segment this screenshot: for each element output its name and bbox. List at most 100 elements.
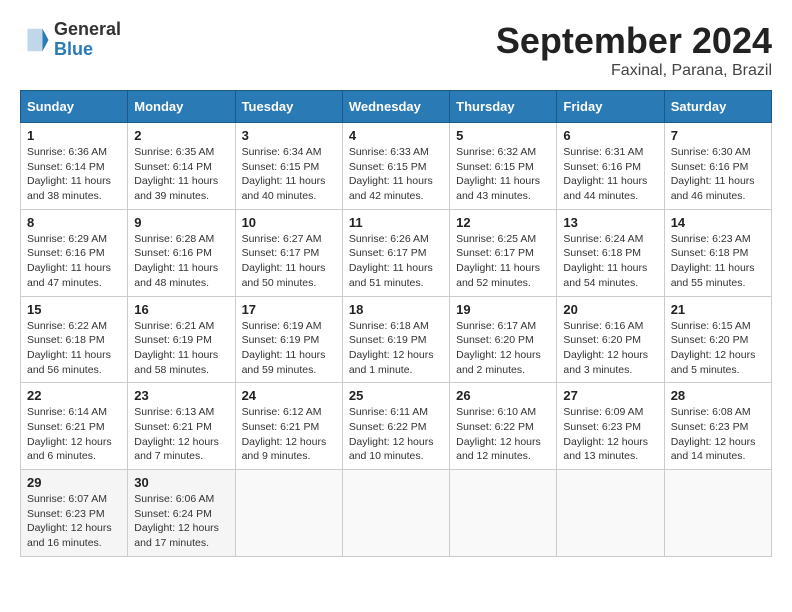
day-number: 3: [242, 128, 336, 143]
day-info: Sunrise: 6:34 AM Sunset: 6:15 PM Dayligh…: [242, 145, 336, 204]
day-info: Sunrise: 6:19 AM Sunset: 6:19 PM Dayligh…: [242, 319, 336, 378]
day-info: Sunrise: 6:21 AM Sunset: 6:19 PM Dayligh…: [134, 319, 228, 378]
day-number: 24: [242, 388, 336, 403]
day-number: 26: [456, 388, 550, 403]
day-info: Sunrise: 6:09 AM Sunset: 6:23 PM Dayligh…: [563, 405, 657, 464]
day-info: Sunrise: 6:07 AM Sunset: 6:23 PM Dayligh…: [27, 492, 121, 551]
day-number: 25: [349, 388, 443, 403]
day-number: 13: [563, 215, 657, 230]
calendar-body: 1Sunrise: 6:36 AM Sunset: 6:14 PM Daylig…: [21, 123, 772, 557]
day-info: Sunrise: 6:30 AM Sunset: 6:16 PM Dayligh…: [671, 145, 765, 204]
day-info: Sunrise: 6:15 AM Sunset: 6:20 PM Dayligh…: [671, 319, 765, 378]
page-header: General Blue September 2024 Faxinal, Par…: [20, 20, 772, 80]
day-number: 12: [456, 215, 550, 230]
day-number: 22: [27, 388, 121, 403]
calendar-cell: 14 Sunrise: 6:23 AM Sunset: 6:18 PM Dayli…: [664, 209, 771, 296]
calendar-cell: 21 Sunrise: 6:15 AM Sunset: 6:20 PM Dayli…: [664, 296, 771, 383]
logo-line1: General: [54, 20, 121, 40]
calendar-cell: 2Sunrise: 6:35 AM Sunset: 6:14 PM Daylig…: [128, 123, 235, 210]
day-number: 15: [27, 302, 121, 317]
calendar-week-1: 1Sunrise: 6:36 AM Sunset: 6:14 PM Daylig…: [21, 123, 772, 210]
calendar-cell: 27 Sunrise: 6:09 AM Sunset: 6:23 PM Dayli…: [557, 383, 664, 470]
calendar-cell: [450, 470, 557, 557]
day-number: 23: [134, 388, 228, 403]
day-header-sunday: Sunday: [21, 91, 128, 123]
calendar-week-2: 8Sunrise: 6:29 AM Sunset: 6:16 PM Daylig…: [21, 209, 772, 296]
day-number: 29: [27, 475, 121, 490]
calendar-cell: [342, 470, 449, 557]
calendar-header-row: SundayMondayTuesdayWednesdayThursdayFrid…: [21, 91, 772, 123]
day-number: 27: [563, 388, 657, 403]
calendar-cell: 28Sunrise: 6:08 AM Sunset: 6:23 PM Dayli…: [664, 383, 771, 470]
day-info: Sunrise: 6:28 AM Sunset: 6:16 PM Dayligh…: [134, 232, 228, 291]
calendar-table: SundayMondayTuesdayWednesdayThursdayFrid…: [20, 90, 772, 557]
location-title: Faxinal, Parana, Brazil: [496, 62, 772, 80]
day-number: 18: [349, 302, 443, 317]
logo: General Blue: [20, 20, 121, 60]
day-info: Sunrise: 6:17 AM Sunset: 6:20 PM Dayligh…: [456, 319, 550, 378]
calendar-cell: 29 Sunrise: 6:07 AM Sunset: 6:23 PM Dayli…: [21, 470, 128, 557]
calendar-cell: 4Sunrise: 6:33 AM Sunset: 6:15 PM Daylig…: [342, 123, 449, 210]
calendar-cell: 13 Sunrise: 6:24 AM Sunset: 6:18 PM Dayli…: [557, 209, 664, 296]
day-info: Sunrise: 6:23 AM Sunset: 6:18 PM Dayligh…: [671, 232, 765, 291]
calendar-cell: 9 Sunrise: 6:28 AM Sunset: 6:16 PM Daylig…: [128, 209, 235, 296]
day-number: 9: [134, 215, 228, 230]
day-number: 2: [134, 128, 228, 143]
calendar-cell: 8Sunrise: 6:29 AM Sunset: 6:16 PM Daylig…: [21, 209, 128, 296]
day-info: Sunrise: 6:13 AM Sunset: 6:21 PM Dayligh…: [134, 405, 228, 464]
calendar-cell: 6Sunrise: 6:31 AM Sunset: 6:16 PM Daylig…: [557, 123, 664, 210]
day-number: 16: [134, 302, 228, 317]
calendar-cell: 1Sunrise: 6:36 AM Sunset: 6:14 PM Daylig…: [21, 123, 128, 210]
day-header-friday: Friday: [557, 91, 664, 123]
calendar-cell: 20 Sunrise: 6:16 AM Sunset: 6:20 PM Dayli…: [557, 296, 664, 383]
calendar-cell: 12Sunrise: 6:25 AM Sunset: 6:17 PM Dayli…: [450, 209, 557, 296]
day-info: Sunrise: 6:06 AM Sunset: 6:24 PM Dayligh…: [134, 492, 228, 551]
logo-icon: [20, 25, 50, 55]
day-number: 8: [27, 215, 121, 230]
day-info: Sunrise: 6:12 AM Sunset: 6:21 PM Dayligh…: [242, 405, 336, 464]
calendar-cell: 7 Sunrise: 6:30 AM Sunset: 6:16 PM Daylig…: [664, 123, 771, 210]
day-info: Sunrise: 6:11 AM Sunset: 6:22 PM Dayligh…: [349, 405, 443, 464]
day-number: 6: [563, 128, 657, 143]
day-number: 5: [456, 128, 550, 143]
day-number: 10: [242, 215, 336, 230]
day-header-saturday: Saturday: [664, 91, 771, 123]
day-number: 1: [27, 128, 121, 143]
logo-line2: Blue: [54, 40, 121, 60]
calendar-cell: 16 Sunrise: 6:21 AM Sunset: 6:19 PM Dayli…: [128, 296, 235, 383]
day-info: Sunrise: 6:16 AM Sunset: 6:20 PM Dayligh…: [563, 319, 657, 378]
calendar-week-5: 29 Sunrise: 6:07 AM Sunset: 6:23 PM Dayli…: [21, 470, 772, 557]
day-info: Sunrise: 6:18 AM Sunset: 6:19 PM Dayligh…: [349, 319, 443, 378]
calendar-cell: 23 Sunrise: 6:13 AM Sunset: 6:21 PM Dayli…: [128, 383, 235, 470]
day-info: Sunrise: 6:22 AM Sunset: 6:18 PM Dayligh…: [27, 319, 121, 378]
day-info: Sunrise: 6:08 AM Sunset: 6:23 PM Dayligh…: [671, 405, 765, 464]
day-info: Sunrise: 6:26 AM Sunset: 6:17 PM Dayligh…: [349, 232, 443, 291]
calendar-cell: 25 Sunrise: 6:11 AM Sunset: 6:22 PM Dayli…: [342, 383, 449, 470]
title-area: September 2024 Faxinal, Parana, Brazil: [496, 20, 772, 80]
day-header-monday: Monday: [128, 91, 235, 123]
day-number: 19: [456, 302, 550, 317]
calendar-cell: 18 Sunrise: 6:18 AM Sunset: 6:19 PM Dayli…: [342, 296, 449, 383]
day-info: Sunrise: 6:33 AM Sunset: 6:15 PM Dayligh…: [349, 145, 443, 204]
day-info: Sunrise: 6:10 AM Sunset: 6:22 PM Dayligh…: [456, 405, 550, 464]
calendar-week-3: 15 Sunrise: 6:22 AM Sunset: 6:18 PM Dayli…: [21, 296, 772, 383]
day-number: 20: [563, 302, 657, 317]
day-number: 21: [671, 302, 765, 317]
day-number: 30: [134, 475, 228, 490]
day-header-tuesday: Tuesday: [235, 91, 342, 123]
day-number: 11: [349, 215, 443, 230]
calendar-cell: 17Sunrise: 6:19 AM Sunset: 6:19 PM Dayli…: [235, 296, 342, 383]
calendar-cell: 3 Sunrise: 6:34 AM Sunset: 6:15 PM Daylig…: [235, 123, 342, 210]
day-header-wednesday: Wednesday: [342, 91, 449, 123]
calendar-cell: 26 Sunrise: 6:10 AM Sunset: 6:22 PM Dayli…: [450, 383, 557, 470]
day-number: 7: [671, 128, 765, 143]
calendar-cell: 22 Sunrise: 6:14 AM Sunset: 6:21 PM Dayli…: [21, 383, 128, 470]
day-info: Sunrise: 6:14 AM Sunset: 6:21 PM Dayligh…: [27, 405, 121, 464]
calendar-cell: 11 Sunrise: 6:26 AM Sunset: 6:17 PM Dayli…: [342, 209, 449, 296]
calendar-cell: [235, 470, 342, 557]
day-info: Sunrise: 6:24 AM Sunset: 6:18 PM Dayligh…: [563, 232, 657, 291]
day-info: Sunrise: 6:27 AM Sunset: 6:17 PM Dayligh…: [242, 232, 336, 291]
day-header-thursday: Thursday: [450, 91, 557, 123]
calendar-cell: [557, 470, 664, 557]
day-number: 14: [671, 215, 765, 230]
